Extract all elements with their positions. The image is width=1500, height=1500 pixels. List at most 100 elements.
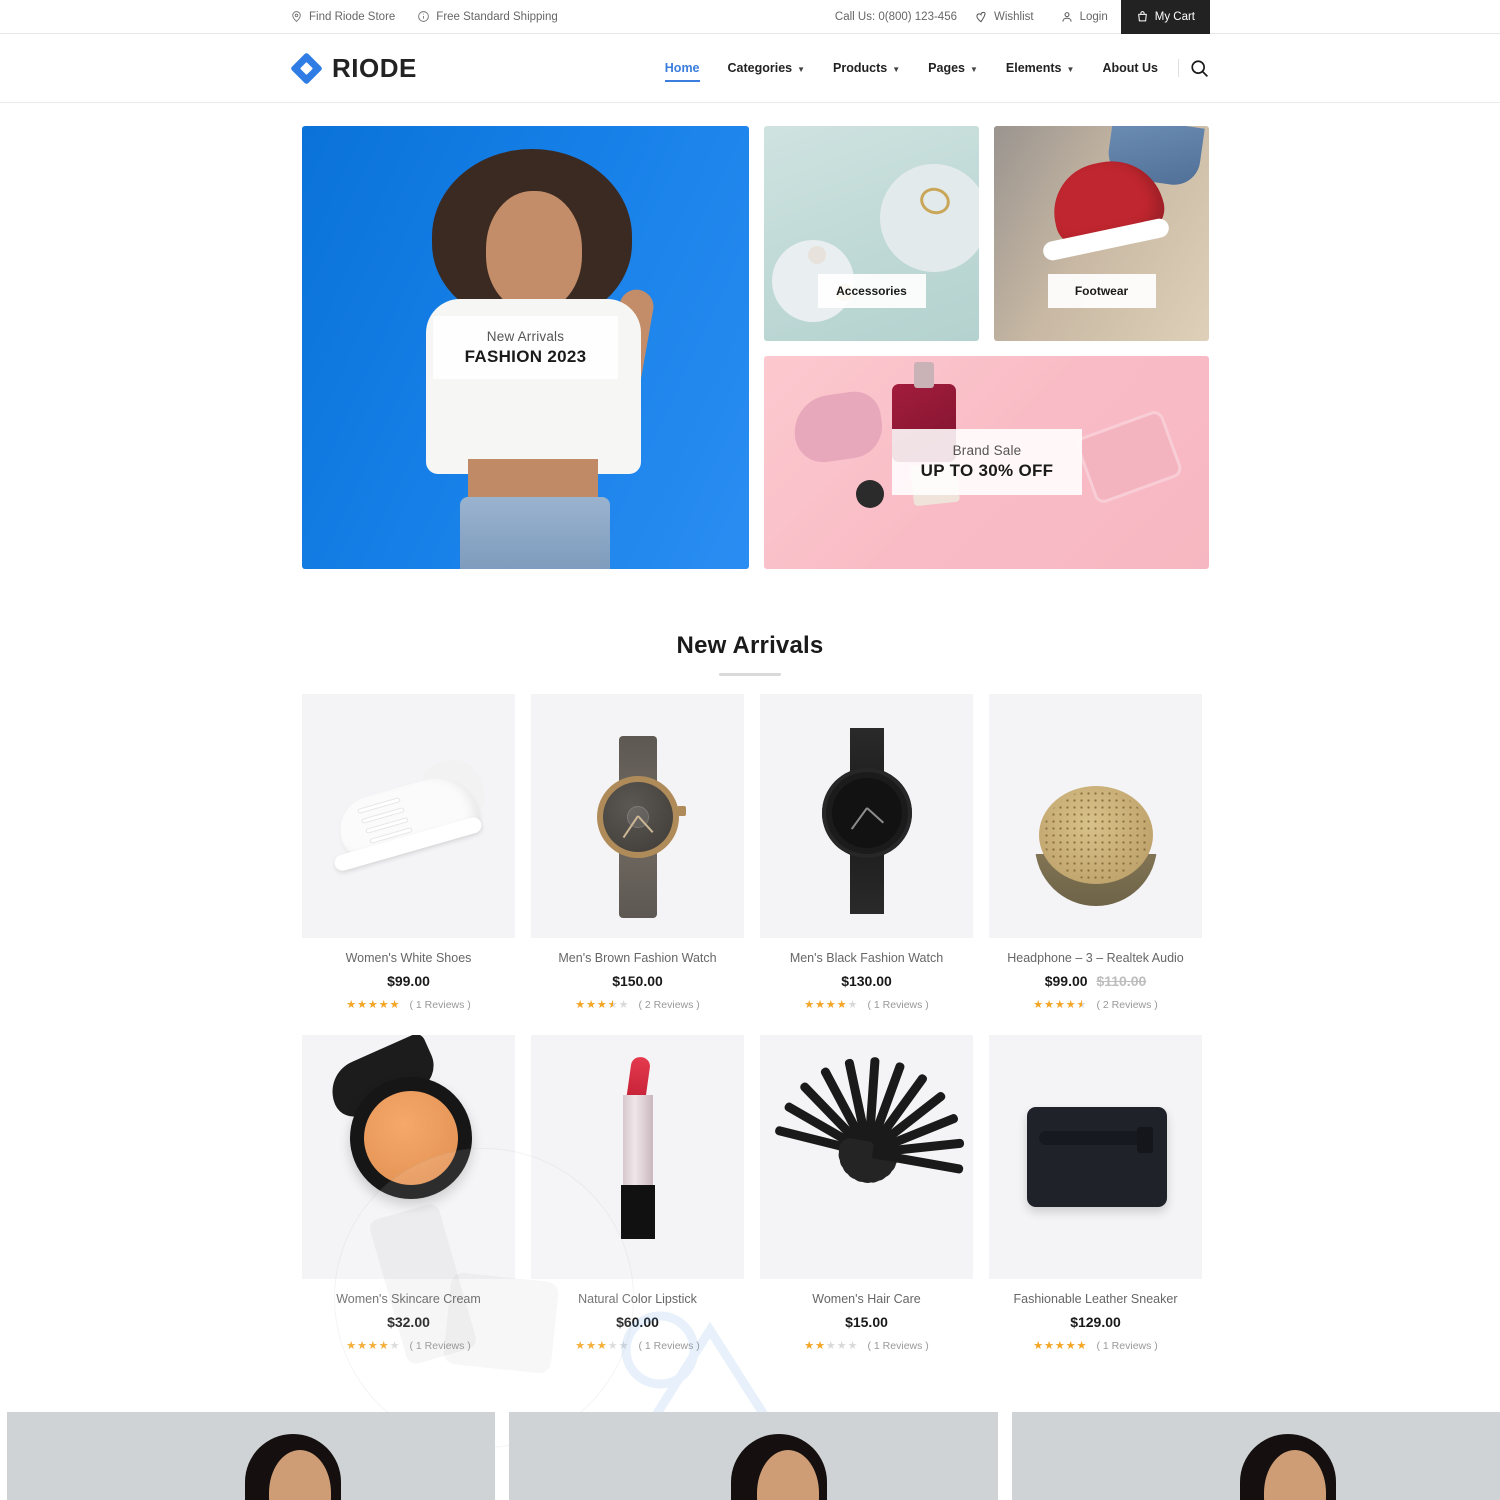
product-price: $130.00 [760,973,973,989]
bottom-image-3[interactable] [1011,1412,1500,1500]
product-price: $15.00 [760,1314,973,1330]
nav-label-about-us: About Us [1102,61,1158,75]
nav-item-elements[interactable]: Elements ▼ [992,53,1089,83]
star-rating-icon: ★★★★★★★★★★ [346,999,401,1011]
product-price-current: $99.00 [387,973,430,989]
new-arrivals-section-header: New Arrivals [0,632,1500,676]
footwear-label: Footwear [1074,284,1129,298]
product-card[interactable]: Women's Hair Care $15.00 ★★★★★★★★★★ ( 1 … [760,1035,973,1352]
product-row-1: Women's White Shoes $99.00 ★★★★★ ★★★★★ ( … [302,694,1209,1011]
product-name: Women's Skincare Cream [336,1292,481,1306]
star-rating-icon: ★★★★★★★★★★ [575,999,630,1011]
product-rating: ★★★★★★★★★★ ( 2 Reviews ) [531,998,744,1012]
free-shipping-link[interactable]: Free Standard Shipping [417,10,558,23]
login-label: Login [1079,10,1108,23]
product-image-cream-compact[interactable] [302,1035,515,1279]
brand-sale-subtitle: Brand Sale [952,443,1022,458]
wishlist-label: Wishlist [993,10,1034,23]
search-button[interactable] [1189,58,1210,79]
site-logo[interactable]: RIODE [290,52,417,85]
star-rating-icon: ★★★★★★★★★★ [804,999,859,1011]
brand-sale-title: UP TO 30% OFF [920,461,1054,480]
location-pin-icon [290,10,303,23]
product-price: $32.00 [302,1314,515,1330]
nav-item-categories[interactable]: Categories ▼ [714,53,820,83]
product-image-watch-brown[interactable] [531,694,744,938]
banner-brand-sale[interactable]: Brand Sale UP TO 30% OFF [764,356,1209,569]
product-price-current: $99.00 [1044,973,1088,989]
review-count: ( 2 Reviews ) [638,998,700,1011]
banner-fashion-2023[interactable]: New Arrivals FASHION 2023 [302,126,749,569]
nav-item-home[interactable]: Home [651,53,714,83]
review-count: ( 1 Reviews ) [409,998,471,1011]
product-price-current: $129.00 [1070,1314,1121,1330]
product-price-current: $32.00 [387,1314,430,1330]
review-count: ( 2 Reviews ) [1096,998,1158,1011]
product-rating: ★★★★★★★★★★ ( 1 Reviews ) [760,1339,973,1353]
review-count: ( 1 Reviews ) [867,998,929,1011]
product-card[interactable]: Women's Skincare Cream $32.00 ★★★★★★★★★★… [302,1035,515,1352]
review-count: ( 1 Reviews ) [409,1339,471,1352]
banner-accessories[interactable]: Accessories [764,126,979,341]
star-rating-icon: ★★★★★★★★★★ [575,1340,630,1352]
topbar-right-links: Call Us: 0(800) 123-456 Wishlist Login M… [835,0,1210,34]
product-image-laptop-sleeve[interactable] [989,1035,1202,1279]
product-image-speaker-gold[interactable] [989,694,1202,938]
nav-item-pages[interactable]: Pages ▼ [914,53,992,83]
product-image-lipstick[interactable] [531,1035,744,1279]
product-rating: ★★★★★★★★★★ ( 2 Reviews ) [989,998,1202,1012]
hero-banner-grid: New Arrivals FASHION 2023 Accessories Fo… [302,126,1209,569]
nav-label-home: Home [664,61,700,75]
product-row-2: Women's Skincare Cream $32.00 ★★★★★★★★★★… [302,1035,1209,1352]
accessories-label-box: Accessories [817,274,926,308]
chevron-down-icon: ▼ [1066,64,1075,74]
nav-label-products: Products [833,61,888,75]
product-rating: ★★★★★★★★★★ ( 1 Reviews ) [302,998,515,1012]
hero-title: FASHION 2023 [464,346,587,366]
riode-diamond-icon [290,52,323,85]
bottom-image-1[interactable] [7,1412,496,1500]
shopping-bag-icon [1136,10,1149,23]
nav-label-categories: Categories [727,61,793,75]
footwear-label-box: Footwear [1047,274,1156,308]
accessories-label: Accessories [836,284,907,298]
product-card[interactable]: Headphone – 3 – Realtek Audio $99.00 $11… [989,694,1202,1011]
login-link[interactable]: Login [1047,0,1121,34]
logo-wordmark: RIODE [332,52,417,83]
star-rating-icon: ★★★★★★★★★★ [804,1340,859,1352]
banner-footwear[interactable]: Footwear [994,126,1209,341]
page-root: Find Riode Store Free Standard Shipping … [0,0,1500,1500]
section-underline [719,673,781,676]
chevron-down-icon: ▼ [797,64,806,74]
product-image-sneaker-white[interactable] [302,694,515,938]
product-name: Women's Hair Care [812,1292,921,1306]
product-rating: ★★★★★★★★★★ ( 1 Reviews ) [989,1339,1202,1353]
find-store-label: Find Riode Store [309,10,396,23]
product-rating: ★★★★★★★★★★ ( 1 Reviews ) [531,1339,744,1353]
brand-sale-caption: Brand Sale UP TO 30% OFF [892,429,1082,495]
product-card[interactable]: Men's Black Fashion Watch $130.00 ★★★★★ ★… [760,694,973,1011]
product-card[interactable]: Fashionable Leather Sneaker $129.00 ★★★★… [989,1035,1202,1352]
my-cart-button[interactable]: My Cart [1120,0,1210,34]
product-image-watch-black[interactable] [760,694,973,938]
product-card[interactable]: Women's White Shoes $99.00 ★★★★★ ★★★★★ ( … [302,694,515,1011]
product-price-current: $15.00 [845,1314,888,1330]
heart-icon [974,10,988,24]
product-image-makeup-brushes[interactable] [760,1035,973,1279]
wishlist-link[interactable]: Wishlist [961,0,1047,34]
product-card[interactable]: Men's Brown Fashion Watch $150.00 ★★★★★ ★… [531,694,744,1011]
nav-item-about-us[interactable]: About Us [1088,53,1172,83]
find-store-link[interactable]: Find Riode Store [290,10,395,23]
product-name: Headphone – 3 – Realtek Audio [1007,951,1184,965]
site-header: RIODE Home Categories ▼ Products ▼ Pages… [0,34,1500,103]
product-name: Natural Color Lipstick [578,1292,697,1306]
product-price: $99.00 $110.00 [989,973,1202,989]
info-circle-icon [417,10,430,23]
phone-number: Call Us: 0(800) 123-456 [834,10,957,23]
bottom-image-2[interactable] [509,1412,998,1500]
product-card[interactable]: Natural Color Lipstick $60.00 ★★★★★★★★★★… [531,1035,744,1352]
product-price-current: $60.00 [616,1314,659,1330]
product-name: Fashionable Leather Sneaker [1013,1292,1178,1306]
product-grid: Women's White Shoes $99.00 ★★★★★ ★★★★★ ( … [302,694,1209,1352]
nav-item-products[interactable]: Products ▼ [819,53,914,83]
